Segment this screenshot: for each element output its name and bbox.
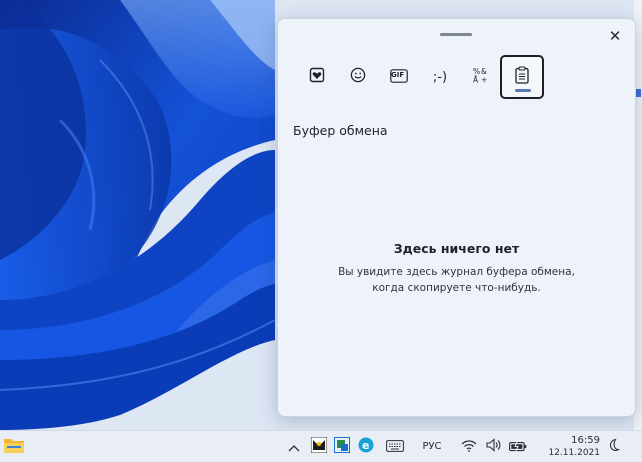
close-icon: ✕ (608, 27, 622, 45)
drag-handle[interactable] (440, 33, 472, 36)
svg-text:+: + (481, 76, 487, 85)
battery-icon (509, 437, 527, 456)
notification-button[interactable] (602, 431, 624, 462)
input-language-indicator[interactable]: РУС (415, 431, 449, 462)
heart-sticker-icon (309, 67, 325, 87)
wifi-button[interactable] (458, 431, 480, 462)
clipboard-history-panel: ✕ GIF ;-) % & Å + Буфер обмена Здесь нич… (277, 18, 636, 417)
taskbar: e РУС 16:59 12.11.2021 (0, 430, 642, 462)
notification-moon-icon (606, 437, 621, 456)
clock[interactable]: 16:59 12.11.2021 (538, 431, 600, 462)
symbols-icon: % & Å + (472, 66, 490, 88)
edge-marker (636, 82, 641, 97)
empty-state-line-2: когда скопируете что-нибудь. (372, 282, 541, 294)
edge-icon: e (358, 437, 374, 457)
chevron-up-icon (288, 437, 300, 456)
empty-state-title: Здесь ничего нет (393, 241, 520, 256)
tab-symbols[interactable]: % & Å + (459, 55, 503, 99)
tab-emoji[interactable] (336, 55, 380, 99)
tab-kaomoji[interactable]: ;-) (418, 55, 462, 99)
gif-label: GIF (391, 71, 405, 79)
tray-app-icon-2 (334, 436, 350, 457)
battery-button[interactable] (507, 431, 529, 462)
svg-text:e: e (362, 439, 369, 452)
volume-icon (486, 437, 502, 456)
clipboard-icon (514, 66, 530, 88)
tab-gif[interactable]: GIF (377, 55, 421, 99)
close-button[interactable]: ✕ (603, 24, 627, 48)
tab-bar: GIF ;-) % & Å + (295, 55, 544, 99)
section-title: Буфер обмена (293, 123, 388, 138)
show-hidden-icons-button[interactable] (286, 431, 302, 462)
wifi-icon (461, 437, 477, 456)
keyboard-icon (386, 437, 404, 456)
tab-clipboard[interactable] (500, 55, 544, 99)
tray-app-icon-1 (310, 436, 328, 457)
clock-time: 16:59 (571, 434, 600, 446)
file-explorer-icon (3, 436, 25, 458)
tray-app-1[interactable] (309, 431, 329, 462)
clock-date: 12.11.2021 (548, 447, 600, 458)
tray-app-2[interactable] (332, 431, 352, 462)
empty-state-line-1: Вы увидите здесь журнал буфера обмена, (338, 266, 575, 278)
svg-text:Å: Å (473, 76, 479, 85)
touch-keyboard-button[interactable] (384, 431, 406, 462)
volume-button[interactable] (483, 431, 505, 462)
edge-button[interactable]: e (355, 431, 377, 462)
tab-recently-used[interactable] (295, 55, 339, 99)
smiley-icon (350, 67, 366, 87)
empty-state-message: Вы увидите здесь журнал буфера обмена, к… (278, 264, 635, 296)
kaomoji-icon: ;-) (432, 69, 448, 85)
file-explorer-button[interactable] (2, 431, 26, 462)
